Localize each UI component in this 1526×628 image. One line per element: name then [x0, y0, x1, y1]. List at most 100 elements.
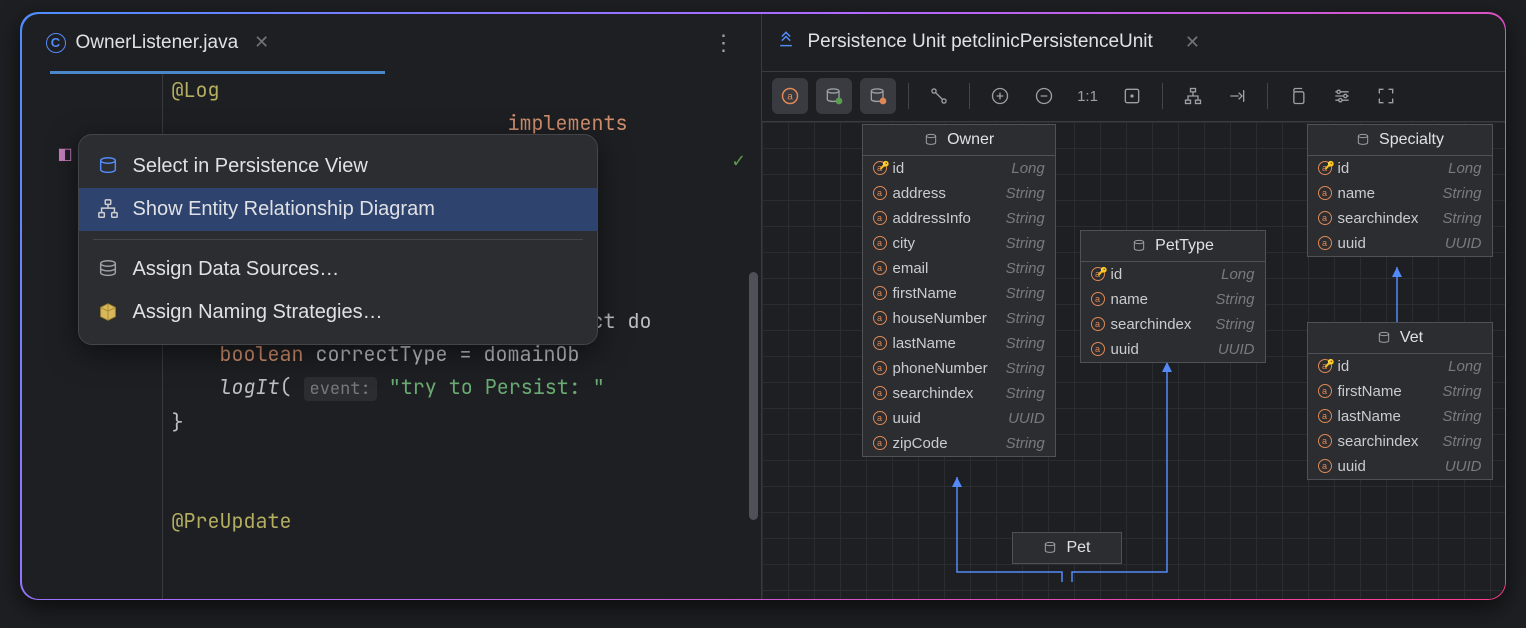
- diagram-icon: [97, 198, 119, 220]
- close-icon[interactable]: ✕: [254, 32, 269, 53]
- entity-field-row[interactable]: aphoneNumberString: [863, 356, 1055, 381]
- entity-title: Specialty: [1379, 131, 1444, 149]
- field-name: asearchindex: [1318, 433, 1419, 450]
- entity-field-row[interactable]: auuidUUID: [1308, 231, 1492, 256]
- field-name: aname: [1091, 291, 1149, 308]
- entity-field-row[interactable]: aemailString: [863, 256, 1055, 281]
- editor-tab-bar: C OwnerListener.java ✕ ⋮: [22, 14, 761, 72]
- attr-icon: a: [1091, 317, 1105, 331]
- tool-annotation-icon[interactable]: a: [772, 78, 808, 114]
- persistence-tab-bar: Persistence Unit petclinicPersistenceUni…: [762, 14, 1505, 72]
- field-type: String: [1442, 383, 1481, 400]
- entity-field-row[interactable]: a🔑idLong: [1308, 354, 1492, 379]
- persistence-pane: Persistence Unit petclinicPersistenceUni…: [762, 14, 1505, 599]
- close-icon[interactable]: ✕: [1185, 32, 1200, 53]
- menu-label: Assign Data Sources…: [133, 258, 340, 281]
- entity-field-row[interactable]: azipCodeString: [863, 431, 1055, 456]
- entity-field-row[interactable]: ahouseNumberString: [863, 306, 1055, 331]
- attr-icon: a: [873, 236, 887, 250]
- code-brace: }: [172, 409, 184, 435]
- menu-item-show-erd[interactable]: Show Entity Relationship Diagram: [79, 188, 597, 231]
- field-name: alastName: [1318, 408, 1401, 425]
- gutter-jpa-icon[interactable]: ◧: [58, 144, 73, 164]
- menu-item-assign-data-sources[interactable]: Assign Data Sources…: [79, 248, 597, 291]
- field-type: String: [1006, 335, 1045, 352]
- table-icon: [923, 132, 939, 148]
- entity-field-row[interactable]: alastName String: [863, 331, 1055, 356]
- attr-icon: a: [1318, 434, 1332, 448]
- editor-tab[interactable]: C OwnerListener.java ✕: [32, 14, 284, 72]
- field-name: aaddressInfo: [873, 210, 971, 227]
- field-type: String: [1442, 185, 1481, 202]
- entity-owner[interactable]: Owner a🔑idLongaaddressStringaaddressInfo…: [862, 124, 1056, 457]
- entity-pet[interactable]: Pet: [1012, 532, 1122, 564]
- zoom-out-icon[interactable]: [1026, 78, 1062, 114]
- menu-item-assign-naming[interactable]: Assign Naming Strategies…: [79, 291, 597, 334]
- entity-field-row[interactable]: acityString: [863, 231, 1055, 256]
- entity-field-row[interactable]: afirstNameString: [863, 281, 1055, 306]
- field-type: Long: [1448, 358, 1481, 375]
- more-icon[interactable]: ⋮: [713, 30, 751, 56]
- attr-icon: a: [873, 436, 887, 450]
- svg-text:a: a: [787, 91, 793, 102]
- cube-icon: [97, 301, 119, 323]
- code-string: "try to Persist: ": [377, 374, 605, 400]
- toolbar-separator: [908, 83, 909, 109]
- entity-field-row[interactable]: asearchindex String: [1308, 429, 1492, 454]
- key-attr-icon: a🔑: [873, 161, 887, 175]
- settings-icon[interactable]: [1324, 78, 1360, 114]
- scrollbar-thumb[interactable]: [749, 272, 758, 520]
- table-icon: [1042, 540, 1058, 556]
- tool-db1-icon[interactable]: [816, 78, 852, 114]
- entity-field-row[interactable]: aaddressInfoString: [863, 206, 1055, 231]
- toolbar-separator: [1267, 83, 1268, 109]
- menu-item-select-persistence[interactable]: Select in Persistence View: [79, 145, 597, 188]
- field-type: String: [1006, 360, 1045, 377]
- entity-vet[interactable]: Vet a🔑idLongafirstNameStringalastNameStr…: [1307, 322, 1493, 480]
- field-name: alastName: [873, 335, 956, 352]
- entity-field-row[interactable]: anameString: [1308, 181, 1492, 206]
- zoom-reset-button[interactable]: 1:1: [1070, 78, 1106, 114]
- field-type: UUID: [1445, 458, 1482, 475]
- field-type: UUID: [1445, 235, 1482, 252]
- field-name: afirstName: [1318, 383, 1402, 400]
- entity-field-row[interactable]: a🔑idLong: [1081, 262, 1265, 287]
- entity-field-row[interactable]: a🔑idLong: [1308, 156, 1492, 181]
- attr-icon: a: [873, 286, 887, 300]
- field-type: String: [1442, 408, 1481, 425]
- attr-icon: a: [873, 211, 887, 225]
- route-icon[interactable]: [1219, 78, 1255, 114]
- entity-field-row[interactable]: asearchindexString: [1308, 206, 1492, 231]
- layout-icon[interactable]: [1175, 78, 1211, 114]
- entity-pettype[interactable]: PetType a🔑idLonganameStringasearchindexS…: [1080, 230, 1266, 363]
- er-diagram-canvas[interactable]: Owner a🔑idLongaaddressStringaaddressInfo…: [762, 122, 1505, 599]
- entity-field-row[interactable]: auuidUUID: [863, 406, 1055, 431]
- zoom-in-icon[interactable]: [982, 78, 1018, 114]
- entity-field-row[interactable]: asearchindexString: [863, 381, 1055, 406]
- tool-route-icon[interactable]: [921, 78, 957, 114]
- entity-field-row[interactable]: asearchindexString: [1081, 312, 1265, 337]
- entity-field-row[interactable]: aaddressString: [863, 181, 1055, 206]
- tool-db2-icon[interactable]: [860, 78, 896, 114]
- entity-field-row[interactable]: anameString: [1081, 287, 1265, 312]
- attr-icon: a: [1318, 186, 1332, 200]
- key-attr-icon: a🔑: [1091, 267, 1105, 281]
- entity-field-row[interactable]: afirstName String: [1308, 379, 1492, 404]
- fit-content-icon[interactable]: [1114, 78, 1150, 114]
- entity-field-row[interactable]: auuidUUID: [1081, 337, 1265, 362]
- entity-field-row[interactable]: auuidUUID: [1308, 454, 1492, 479]
- menu-label: Show Entity Relationship Diagram: [133, 198, 435, 221]
- key-attr-icon: a🔑: [1318, 359, 1332, 373]
- expand-icon[interactable]: [1368, 78, 1404, 114]
- checkmark-icon[interactable]: ✓: [732, 144, 744, 177]
- entity-field-row[interactable]: a🔑idLong: [863, 156, 1055, 181]
- field-type: String: [1442, 433, 1481, 450]
- entity-specialty[interactable]: Specialty a🔑idLonganameStringasearchinde…: [1307, 124, 1493, 257]
- attr-icon: a: [1318, 459, 1332, 473]
- entity-field-row[interactable]: alastName String: [1308, 404, 1492, 429]
- attr-icon: a: [1091, 342, 1105, 356]
- field-type: String: [1442, 210, 1481, 227]
- copy-icon[interactable]: [1280, 78, 1316, 114]
- persistence-tab[interactable]: Persistence Unit petclinicPersistenceUni…: [776, 29, 1200, 55]
- field-type: Long: [1448, 160, 1481, 177]
